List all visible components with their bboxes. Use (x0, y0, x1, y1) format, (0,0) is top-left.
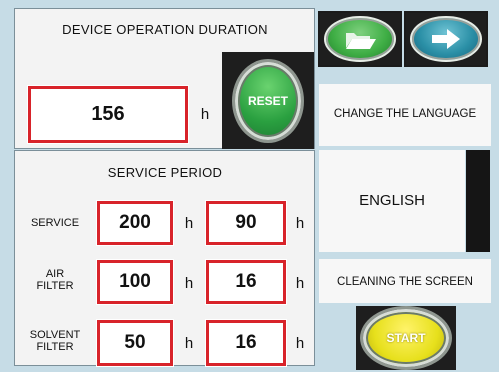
folder-button-frame (318, 11, 402, 67)
start-button-label: START (386, 331, 426, 345)
arrow-right-icon (432, 29, 460, 49)
language-selector-scrollbar[interactable] (466, 150, 490, 252)
reset-button-frame: RESET (222, 52, 314, 149)
reset-button[interactable]: RESET (235, 61, 301, 140)
solvent-filter-remaining-unit: h (295, 334, 305, 352)
folder-open-icon (346, 33, 376, 49)
air-filter-hours-unit: h (184, 274, 194, 292)
service-label: SERVICE (30, 217, 80, 229)
service-period-title: SERVICE PERIOD (107, 165, 223, 180)
start-button-frame: START (356, 306, 456, 370)
solvent-filter-hours-field[interactable]: 50 (96, 319, 174, 367)
service-hours-unit: h (184, 214, 194, 232)
air-filter-remaining-field[interactable]: 16 (205, 259, 287, 305)
solvent-filter-label: SOLVENT FILTER (29, 329, 81, 353)
service-remaining-unit: h (295, 214, 305, 232)
folder-button[interactable] (324, 16, 396, 62)
next-button[interactable] (410, 16, 482, 62)
operation-hours-unit: h (200, 105, 210, 123)
service-hours-field[interactable]: 200 (96, 200, 174, 246)
reset-button-label: RESET (247, 93, 288, 108)
cleaning-screen-label: CLEANING THE SCREEN (337, 276, 473, 288)
solvent-filter-hours-unit: h (184, 334, 194, 352)
change-language-label: CHANGE THE LANGUAGE (333, 108, 477, 120)
solvent-filter-remaining-field[interactable]: 16 (205, 319, 287, 367)
operation-hours-field[interactable]: 156 (27, 85, 189, 144)
air-filter-hours-field[interactable]: 100 (96, 259, 174, 305)
air-filter-remaining-unit: h (295, 274, 305, 292)
next-button-frame (404, 11, 488, 67)
operation-duration-title: DEVICE OPERATION DURATION (62, 22, 268, 37)
service-remaining-field[interactable]: 90 (205, 200, 287, 246)
start-button[interactable]: START (363, 309, 449, 367)
language-value: ENGLISH (359, 192, 425, 209)
air-filter-label: AIR FILTER (36, 268, 74, 292)
